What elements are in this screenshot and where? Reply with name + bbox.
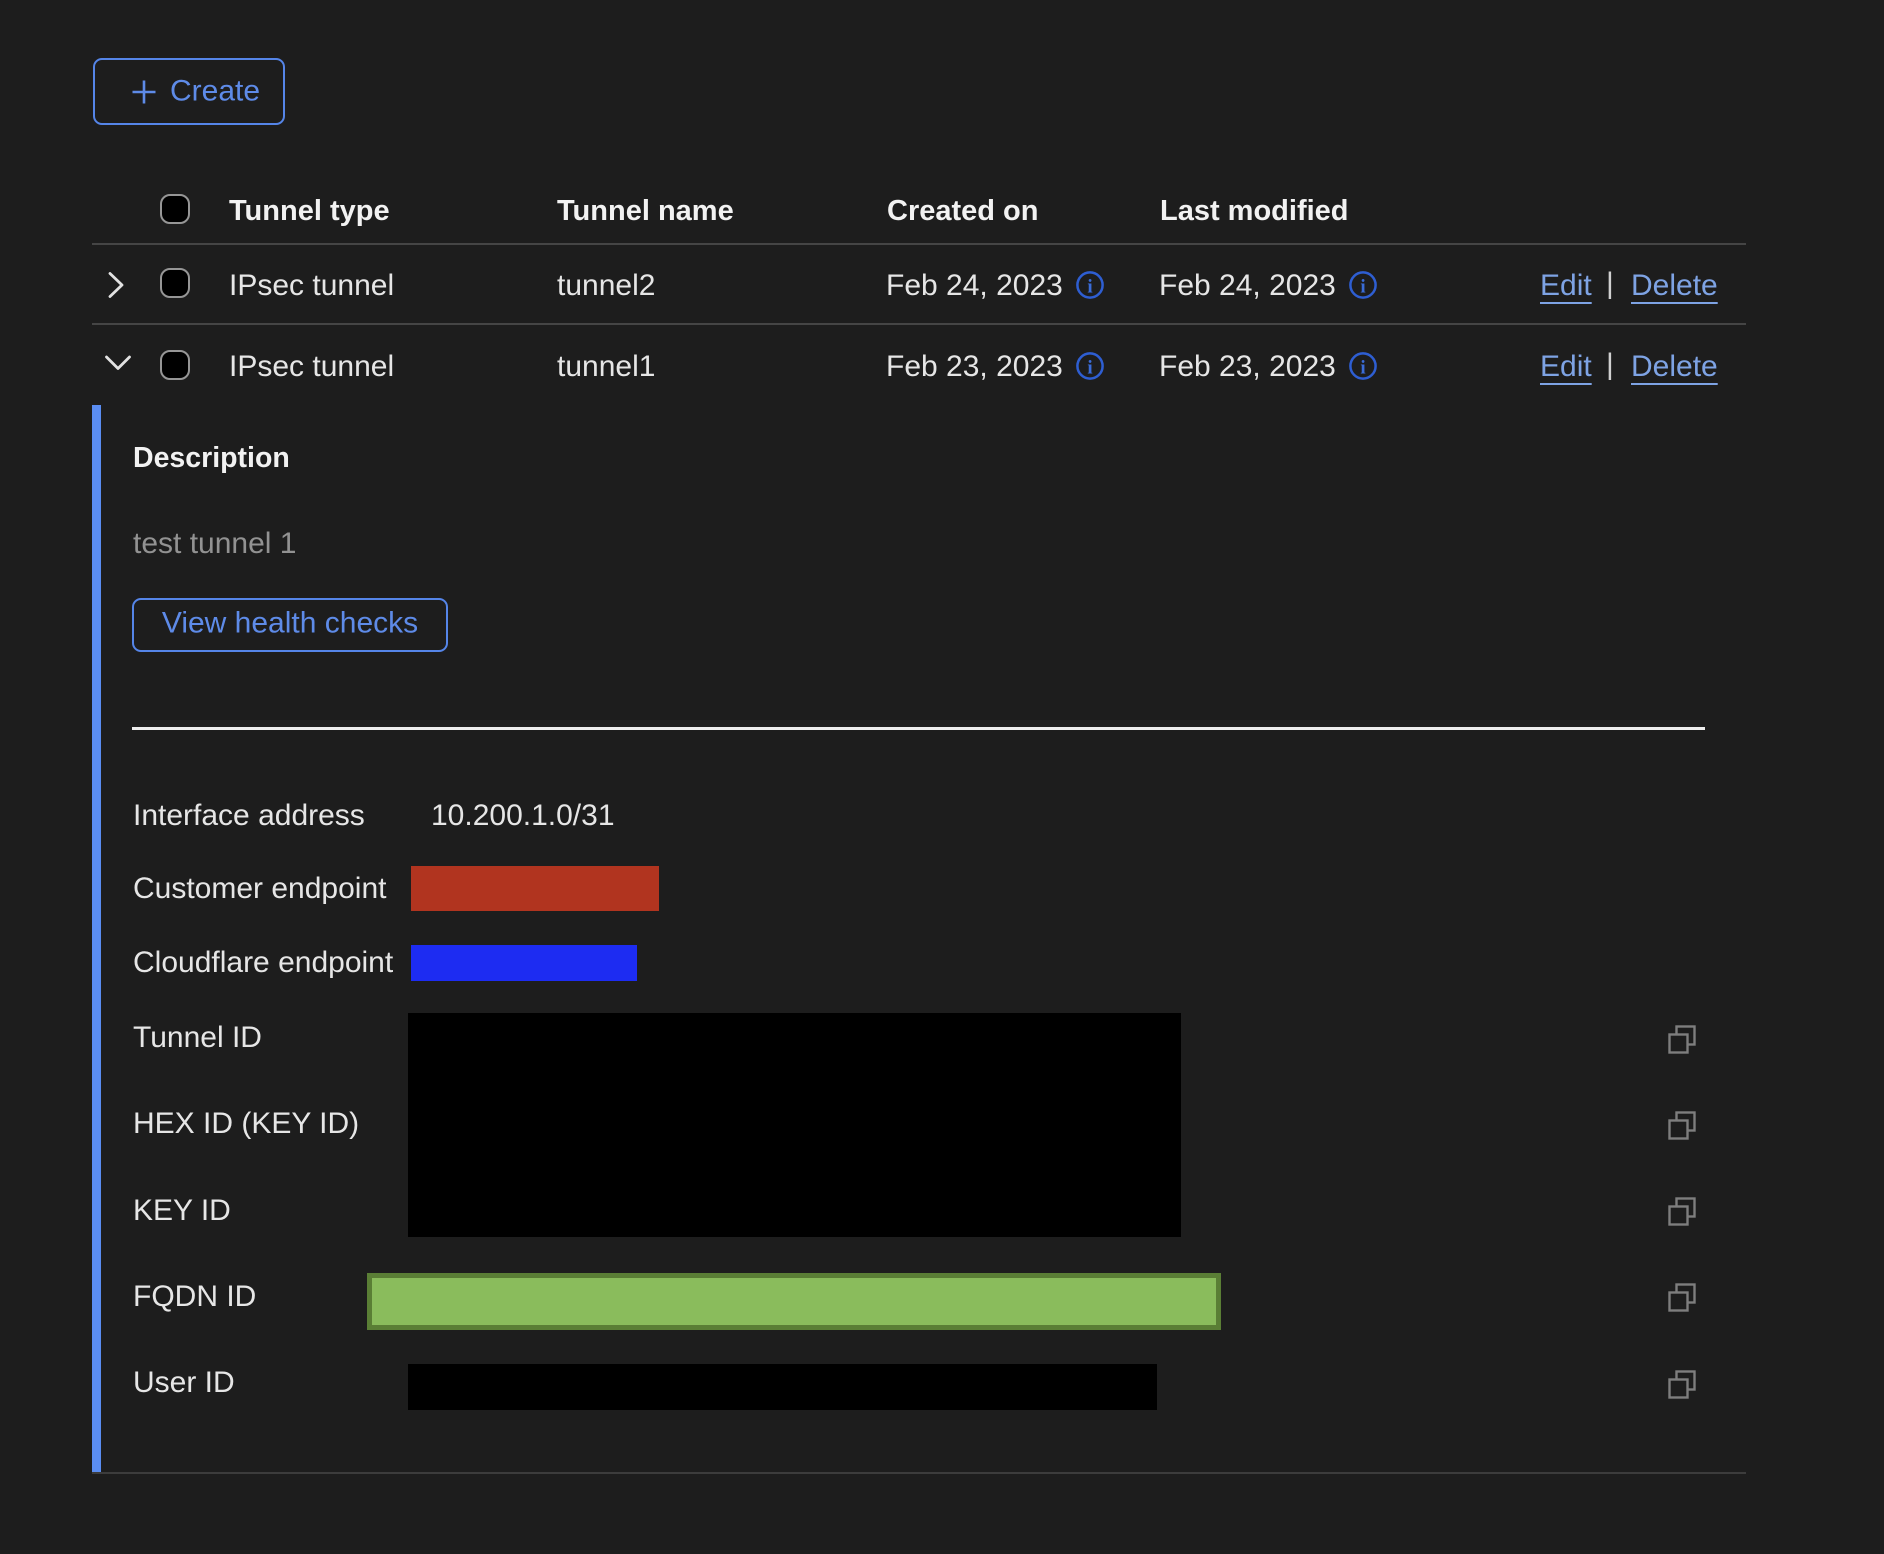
svg-text:i: i — [1087, 277, 1092, 298]
svg-text:i: i — [1360, 277, 1365, 298]
svg-text:i: i — [1087, 358, 1092, 379]
svg-text:i: i — [1360, 358, 1365, 379]
